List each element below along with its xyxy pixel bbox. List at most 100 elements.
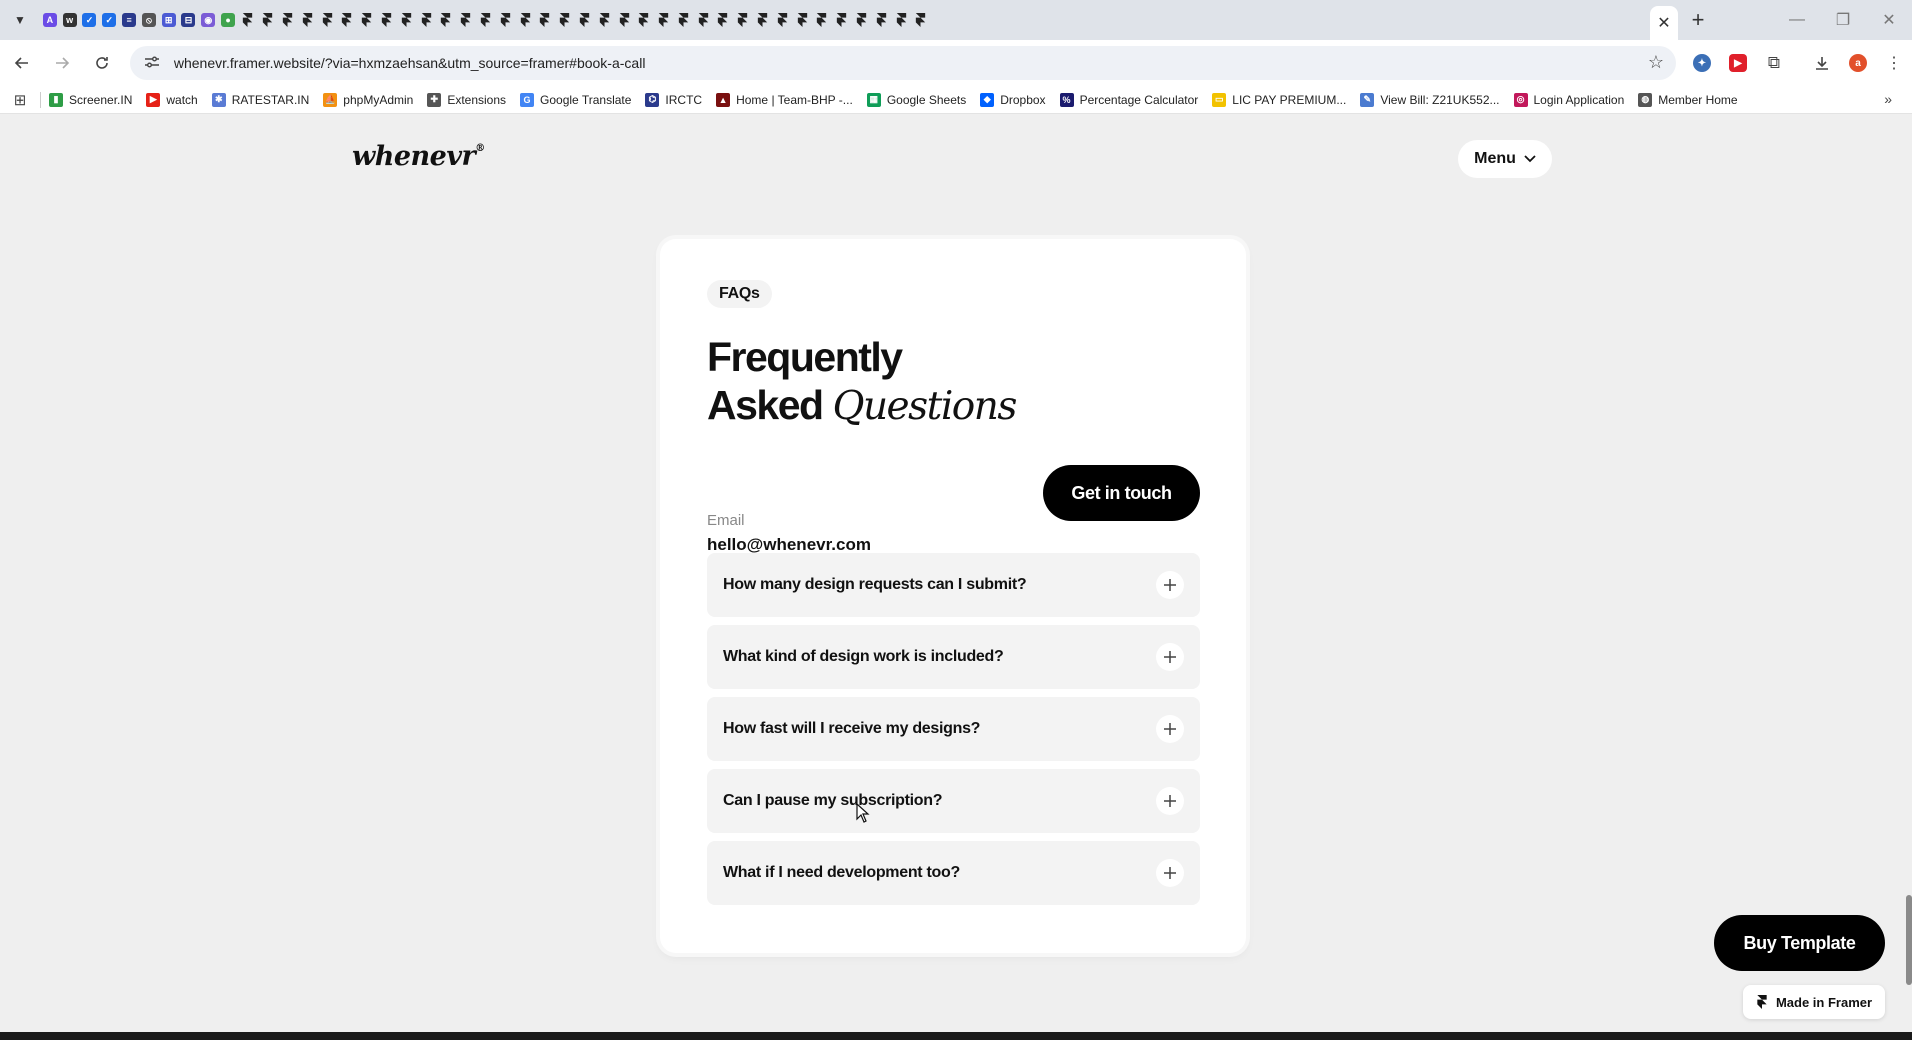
bookmark-item[interactable]: ⌬ IRCTC xyxy=(645,92,702,107)
bookmark-item[interactable]: G Google Translate xyxy=(520,92,631,107)
pinned-tab[interactable]: ✓ xyxy=(80,0,100,40)
faq-item[interactable]: How fast will I receive my designs? xyxy=(707,697,1200,761)
faq-item[interactable]: What if I need development too? xyxy=(707,841,1200,905)
plus-icon[interactable] xyxy=(1156,643,1184,671)
close-window-button[interactable]: ✕ xyxy=(1866,0,1912,40)
framer-tab[interactable] xyxy=(693,0,713,40)
faq-item[interactable]: Can I pause my subscription? xyxy=(707,769,1200,833)
framer-tab[interactable] xyxy=(575,0,595,40)
framer-tab[interactable] xyxy=(535,0,555,40)
framer-tab[interactable] xyxy=(377,0,397,40)
faq-item[interactable]: How many design requests can I submit? xyxy=(707,553,1200,617)
restore-button[interactable]: ❐ xyxy=(1820,0,1866,40)
framer-tab[interactable] xyxy=(871,0,891,40)
reload-button[interactable] xyxy=(84,45,120,81)
bookmark-item[interactable]: % Percentage Calculator xyxy=(1059,92,1198,107)
bookmark-item[interactable]: ✚ Extensions xyxy=(427,92,506,107)
bookmark-item[interactable]: ▮ Screener.IN xyxy=(49,92,132,107)
framer-tab[interactable] xyxy=(792,0,812,40)
framer-tab[interactable] xyxy=(634,0,654,40)
bookmark-item[interactable]: ✱ RATESTAR.IN xyxy=(211,92,309,107)
framer-tab[interactable] xyxy=(891,0,911,40)
pinned-tab[interactable]: ⦸ xyxy=(139,0,159,40)
pinned-tab[interactable]: ⊟ xyxy=(179,0,199,40)
active-tab-close-icon[interactable]: ✕ xyxy=(1650,6,1678,40)
made-in-framer-badge[interactable]: Made in Framer xyxy=(1743,985,1885,1019)
site-logo[interactable]: whenevr® xyxy=(352,141,485,172)
bookmark-item[interactable]: ⛵ phpMyAdmin xyxy=(323,92,413,107)
bookmark-item[interactable]: ▶ watch xyxy=(146,92,198,107)
extension-2-icon[interactable]: ▶ xyxy=(1720,45,1756,81)
framer-tab[interactable] xyxy=(476,0,496,40)
get-in-touch-button[interactable]: Get in touch xyxy=(1043,465,1200,521)
url-text[interactable]: whenevr.framer.website/?via=hxmzaehsan&u… xyxy=(174,55,646,71)
framer-tab[interactable] xyxy=(317,0,337,40)
plus-icon[interactable] xyxy=(1156,859,1184,887)
bookmark-item[interactable]: ▭ LIC PAY PREMIUM... xyxy=(1212,92,1346,107)
extension-1-icon[interactable]: ✦ xyxy=(1684,45,1720,81)
tile-icon: ✓ xyxy=(102,13,117,27)
profile-avatar[interactable]: a xyxy=(1840,45,1876,81)
minimize-button[interactable]: — xyxy=(1774,0,1820,40)
framer-tab[interactable] xyxy=(614,0,634,40)
bookmark-item[interactable]: ▦ Google Sheets xyxy=(866,92,966,107)
framer-tab[interactable] xyxy=(278,0,298,40)
bookmark-item[interactable]: ✎ View Bill: Z21UK552... xyxy=(1360,92,1500,107)
back-button[interactable] xyxy=(4,45,40,81)
framer-tab[interactable] xyxy=(357,0,377,40)
framer-tab[interactable] xyxy=(594,0,614,40)
extensions-puzzle-icon[interactable]: ⧉ xyxy=(1756,45,1792,81)
framer-tab[interactable] xyxy=(258,0,278,40)
bookmark-item[interactable]: ◆ Dropbox xyxy=(980,92,1046,107)
pinned-tab[interactable]: A xyxy=(40,0,60,40)
faq-item[interactable]: What kind of design work is included? xyxy=(707,625,1200,689)
framer-tab[interactable] xyxy=(812,0,832,40)
tab-search-icon[interactable]: ▼ xyxy=(0,0,40,40)
scrollbar-thumb[interactable] xyxy=(1906,895,1912,985)
bookmark-item[interactable]: ▲ Home | Team-BHP -... xyxy=(716,92,853,107)
framer-tab[interactable] xyxy=(456,0,476,40)
framer-tab[interactable] xyxy=(396,0,416,40)
framer-tab[interactable] xyxy=(337,0,357,40)
plus-icon[interactable] xyxy=(1156,787,1184,815)
framer-tab[interactable] xyxy=(416,0,436,40)
framer-tab[interactable] xyxy=(852,0,872,40)
plus-icon[interactable] xyxy=(1156,571,1184,599)
new-tab-button[interactable]: + xyxy=(1678,0,1718,40)
pinned-tab[interactable]: ≡ xyxy=(119,0,139,40)
bookmark-star-icon[interactable]: ☆ xyxy=(1648,52,1664,73)
framer-tab[interactable] xyxy=(238,0,258,40)
bookmarks-overflow-icon[interactable]: » xyxy=(1884,91,1892,107)
email-link[interactable]: hello@whenevr.com xyxy=(707,535,871,555)
buy-template-button[interactable]: Buy Template xyxy=(1714,915,1885,971)
framer-tab[interactable] xyxy=(654,0,674,40)
pinned-tab[interactable]: ⊞ xyxy=(159,0,179,40)
plus-icon[interactable] xyxy=(1156,715,1184,743)
browser-menu-icon[interactable]: ⋮ xyxy=(1876,45,1912,81)
framer-tab[interactable] xyxy=(515,0,535,40)
pinned-tab[interactable]: w xyxy=(60,0,80,40)
forward-button[interactable] xyxy=(44,45,80,81)
menu-button[interactable]: Menu xyxy=(1458,140,1552,178)
address-bar[interactable]: whenevr.framer.website/?via=hxmzaehsan&u… xyxy=(129,46,1676,80)
pinned-tab[interactable]: ◉ xyxy=(198,0,218,40)
framer-tab[interactable] xyxy=(911,0,931,40)
framer-logo-icon xyxy=(500,13,510,27)
bookmark-item[interactable]: ◍ Member Home xyxy=(1638,92,1738,107)
framer-tab[interactable] xyxy=(495,0,515,40)
framer-tab[interactable] xyxy=(674,0,694,40)
apps-grid-icon[interactable]: ⊞ xyxy=(0,91,40,109)
framer-tab[interactable] xyxy=(555,0,575,40)
framer-tab[interactable] xyxy=(297,0,317,40)
framer-tab[interactable] xyxy=(733,0,753,40)
framer-tab[interactable] xyxy=(753,0,773,40)
framer-tab[interactable] xyxy=(832,0,852,40)
framer-tab[interactable] xyxy=(713,0,733,40)
bookmark-item[interactable]: ◎ Login Application xyxy=(1513,92,1624,107)
downloads-icon[interactable] xyxy=(1804,45,1840,81)
pinned-tab[interactable]: ● xyxy=(218,0,238,40)
pinned-tab[interactable]: ✓ xyxy=(99,0,119,40)
site-info-icon[interactable] xyxy=(144,55,164,72)
framer-tab[interactable] xyxy=(772,0,792,40)
framer-tab[interactable] xyxy=(436,0,456,40)
